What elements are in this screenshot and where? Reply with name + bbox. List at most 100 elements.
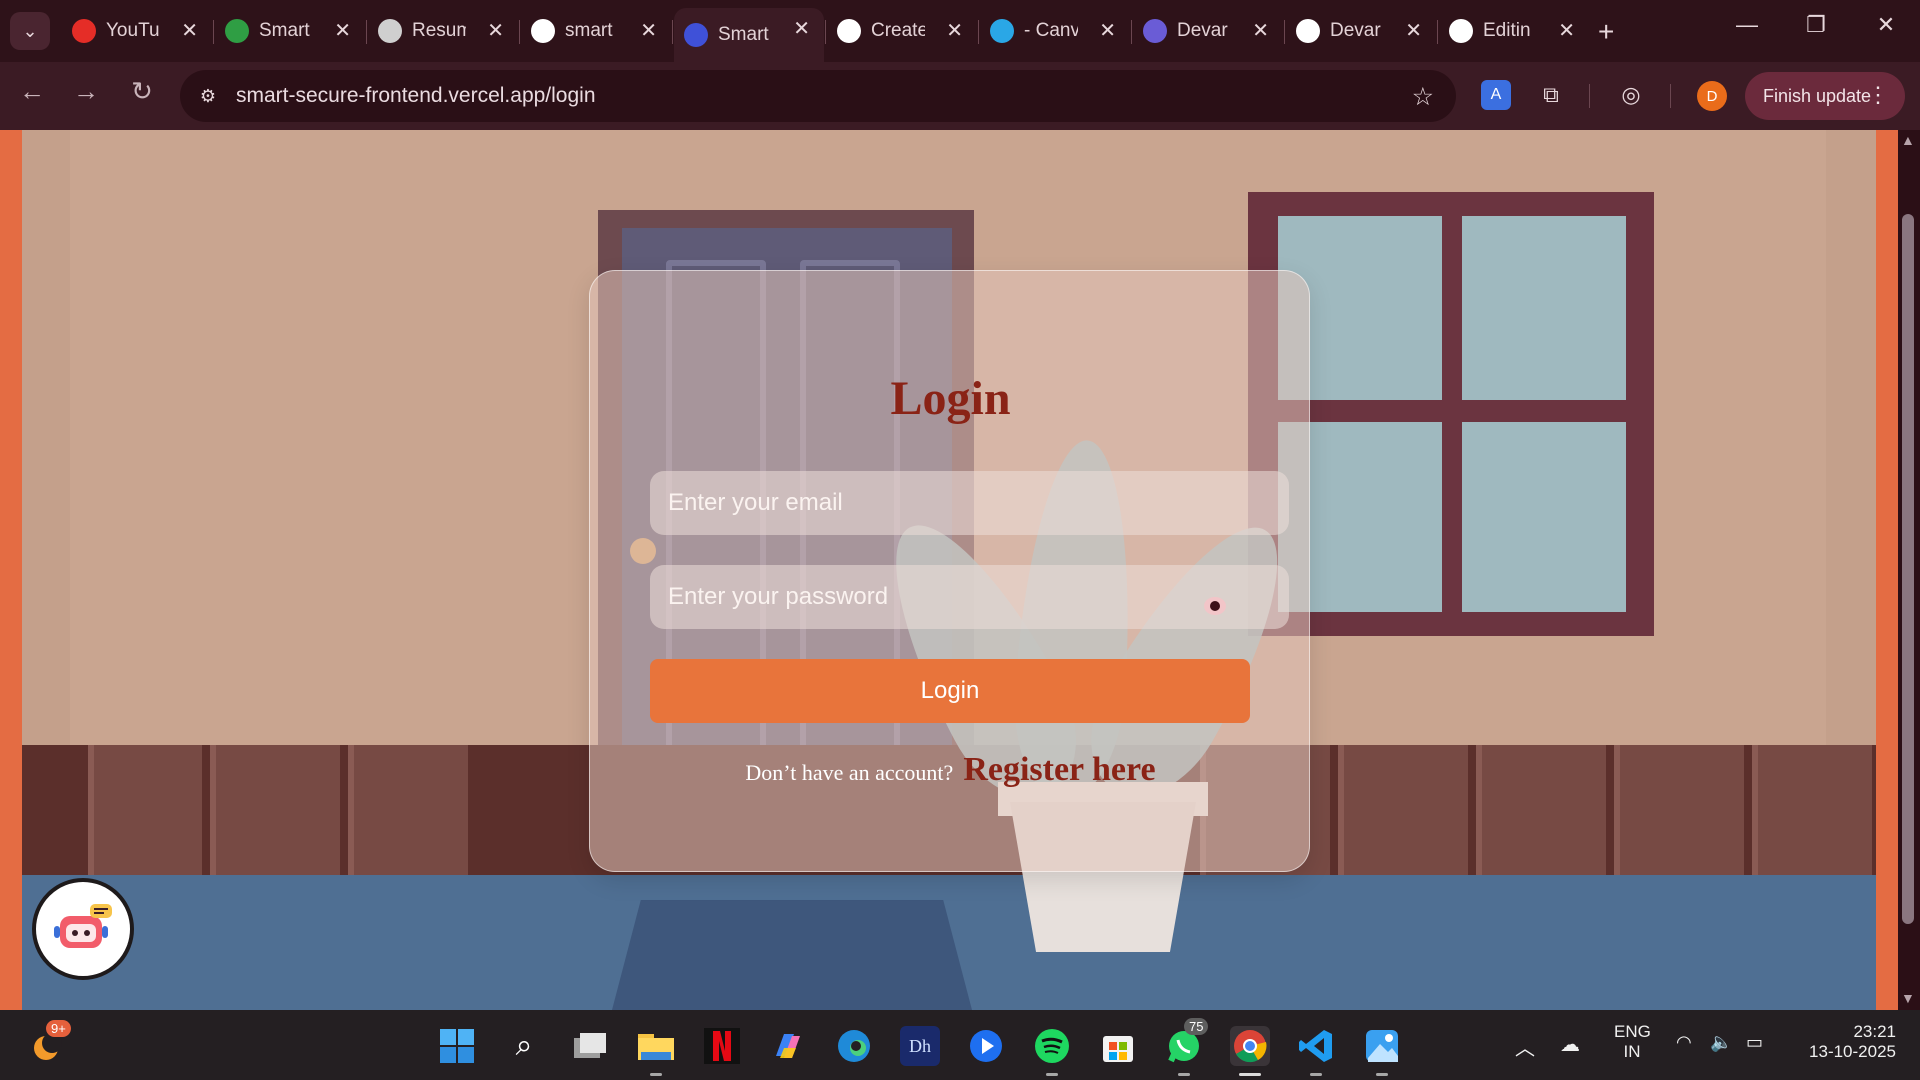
browser-toolbar: ← → ↻ ⚙ smart-secure-frontend.vercel.app… [0, 62, 1920, 130]
translate-extension-icon[interactable]: A [1481, 80, 1511, 110]
start-windows-icon[interactable] [437, 1026, 477, 1066]
bookmark-star-icon[interactable]: ☆ [1412, 82, 1434, 112]
photos-icon[interactable] [1362, 1026, 1402, 1076]
page-viewport: ▲ ▼ Login Login Don’t have an account? R… [0, 130, 1920, 1010]
search-icon[interactable]: ⌕ [504, 1026, 544, 1066]
url-text[interactable]: smart-secure-frontend.vercel.app/login [236, 84, 596, 108]
wainscot-panel [348, 745, 468, 875]
wifi-icon[interactable]: ◠ [1676, 1032, 1692, 1053]
scroll-up-arrow[interactable]: ▲ [1901, 132, 1915, 148]
language-indicator[interactable]: ENG IN [1614, 1022, 1651, 1062]
github-icon [1449, 19, 1473, 43]
tab-divider [366, 20, 367, 44]
back-button[interactable]: ← [12, 76, 52, 107]
more-menu-icon[interactable]: ⋮ [1867, 82, 1889, 108]
close-tab-icon[interactable]: ✕ [334, 18, 351, 43]
browser-tab[interactable]: Create ✕ [827, 10, 977, 52]
language-code: ENG [1614, 1022, 1651, 1041]
browser-tab[interactable]: Editin ✕ [1439, 10, 1589, 52]
close-tab-icon[interactable]: ✕ [181, 18, 198, 43]
chrome-icon[interactable] [1230, 1026, 1270, 1076]
register-prompt: Don’t have an account? Register here [590, 751, 1311, 789]
tab-search-button[interactable]: ⌄ [10, 12, 50, 50]
openai-icon [378, 19, 402, 43]
login-card: Login Login Don’t have an account? Regis… [589, 270, 1310, 872]
browser-tab[interactable]: - Canva ✕ [980, 10, 1130, 52]
close-tab-icon[interactable]: ✕ [1099, 18, 1116, 43]
show-hidden-icons-chevron-icon[interactable]: ︿ [1515, 1032, 1535, 1061]
app-running-indicator [650, 1073, 662, 1076]
close-tab-icon[interactable]: ✕ [946, 18, 963, 43]
wainscot-panel [210, 745, 340, 875]
show-password-eye-icon[interactable] [1204, 597, 1226, 615]
spotify-icon[interactable] [1032, 1026, 1072, 1076]
clock[interactable]: 23:21 13-10-2025 [1796, 1022, 1896, 1062]
window-pane [1462, 422, 1626, 612]
no-account-text: Don’t have an account? [745, 760, 954, 785]
tab-title: YouTube [106, 20, 160, 41]
hotstar-icon[interactable]: Dh [900, 1026, 940, 1066]
close-window-button[interactable]: ✕ [1866, 12, 1906, 38]
browser-tab[interactable]: Devar ✕ [1133, 10, 1283, 52]
copilot-icon[interactable] [768, 1026, 808, 1066]
close-tab-icon[interactable]: ✕ [1252, 18, 1269, 43]
restore-button[interactable]: ❐ [1796, 12, 1836, 38]
close-tab-icon[interactable]: ✕ [640, 18, 657, 43]
password-field[interactable] [650, 565, 1289, 629]
wainscot-panel [1476, 745, 1606, 875]
scroll-down-arrow[interactable]: ▼ [1901, 990, 1915, 1006]
register-link[interactable]: Register here [963, 751, 1155, 788]
file-explorer-icon[interactable] [636, 1026, 676, 1076]
screenshot-icon[interactable]: ◎ [1616, 80, 1646, 110]
new-tab-button[interactable]: + [1598, 16, 1614, 48]
tab-divider [978, 20, 979, 44]
toolbar-divider [1589, 84, 1590, 108]
forward-button[interactable]: → [66, 76, 106, 107]
email-field[interactable] [650, 471, 1289, 535]
robot-chat-icon [54, 904, 112, 948]
netflix-icon[interactable] [702, 1026, 742, 1066]
volume-icon[interactable]: 🔈 [1710, 1032, 1732, 1053]
vscode-icon[interactable] [1296, 1026, 1336, 1076]
browser-chrome: ⌄ YouTube✕Smart✕Resume✕smart✕Smart✕Creat… [0, 0, 1920, 130]
smart-check-icon [225, 19, 249, 43]
tab-strip: ⌄ YouTube✕Smart✕Resume✕smart✕Smart✕Creat… [0, 0, 1920, 62]
tab-divider [519, 20, 520, 44]
close-tab-icon[interactable]: ✕ [487, 18, 504, 43]
tab-title: Devar [1330, 20, 1381, 41]
close-tab-icon[interactable]: ✕ [1558, 18, 1575, 43]
tab-divider [825, 20, 826, 44]
tab-title: smart [565, 20, 613, 41]
profile-avatar[interactable]: D [1697, 81, 1727, 111]
browser-tab[interactable]: Resume ✕ [368, 10, 518, 52]
finish-update-label: Finish update [1763, 85, 1872, 106]
tab-title: - Canva [1024, 20, 1078, 41]
close-tab-icon[interactable]: ✕ [793, 16, 810, 41]
browser-tab[interactable]: Devar ✕ [1286, 10, 1436, 52]
browser-tab[interactable]: smart ✕ [521, 10, 671, 52]
browser-tab[interactable]: Smart ✕ [674, 8, 824, 62]
app-running-indicator [1376, 1073, 1388, 1076]
finish-update-button[interactable]: Finish update ⋮ [1745, 72, 1905, 120]
github-icon [1296, 19, 1320, 43]
address-bar[interactable]: ⚙ smart-secure-frontend.vercel.app/login… [180, 70, 1456, 122]
scrollbar-thumb[interactable] [1902, 214, 1914, 924]
extensions-icon[interactable]: ⧉ [1536, 80, 1566, 110]
browser-tab[interactable]: YouTube ✕ [62, 10, 212, 52]
onedrive-icon[interactable]: ☁ [1560, 1032, 1580, 1057]
login-button[interactable]: Login [650, 659, 1250, 723]
media-player-icon[interactable] [966, 1026, 1006, 1066]
browser-tab[interactable]: Smart ✕ [215, 10, 365, 52]
microsoft-store-icon[interactable] [1098, 1026, 1138, 1066]
windows-taskbar: 9+ ⌕ Dh 75 ︿ ☁ ENG IN ◠ 🔈 ▭ 23:21 13-10-… [0, 1010, 1920, 1080]
task-view-icon[interactable] [570, 1026, 610, 1066]
reload-button[interactable]: ↻ [122, 76, 162, 107]
page-edge-right [1876, 130, 1898, 1010]
site-info-icon[interactable]: ⚙ [194, 82, 222, 110]
close-tab-icon[interactable]: ✕ [1405, 18, 1422, 43]
chatbot-button[interactable] [32, 878, 134, 980]
clock-date: 13-10-2025 [1809, 1042, 1896, 1061]
battery-icon[interactable]: ▭ [1746, 1032, 1763, 1053]
minimize-button[interactable]: — [1727, 12, 1767, 38]
edge-icon[interactable] [834, 1026, 874, 1066]
